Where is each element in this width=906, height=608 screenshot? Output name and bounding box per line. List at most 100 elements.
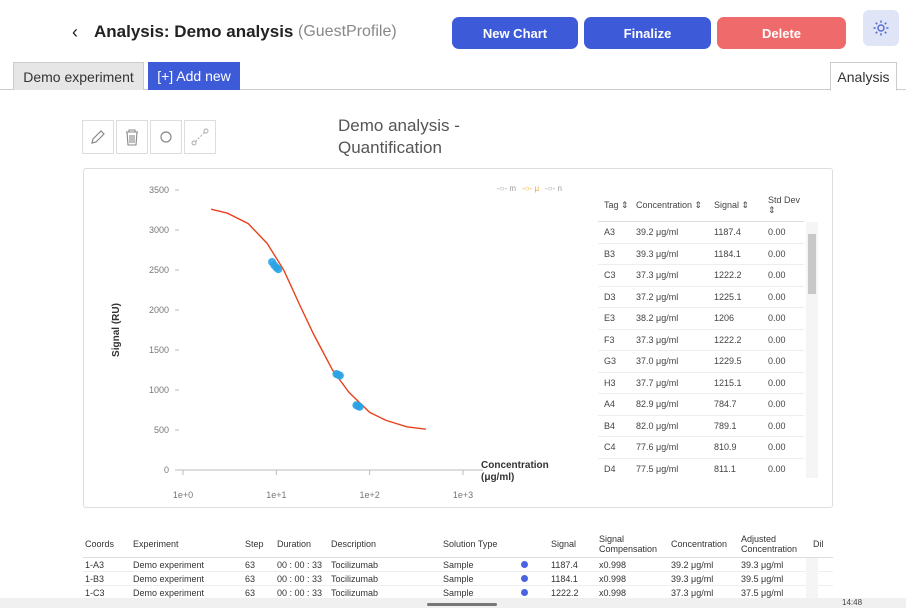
circle-icon[interactable] [150, 120, 182, 154]
x-tick-label: 1e+3 [453, 490, 473, 500]
scroll-thumb[interactable] [808, 234, 816, 294]
legend-item-m[interactable]: -○- m [497, 184, 516, 193]
table-cell: Tocilizumab [331, 573, 379, 584]
results-scrollbar[interactable] [806, 222, 818, 478]
col-signal[interactable]: Signal [551, 539, 599, 549]
tab-bar: Demo experiment [+] Add new Analysis [0, 60, 906, 91]
y-tick-label: 500 [154, 425, 169, 435]
table-cell: G3 [604, 356, 617, 367]
table-cell: Sample [443, 559, 474, 570]
table-cell: x0.998 [599, 587, 627, 598]
table-row[interactable]: 1-B3 Demo experiment 63 00 : 00 : 33 Tociliz… [83, 572, 833, 586]
delete-button[interactable]: Delete [717, 17, 846, 49]
x-tick-label: 1e+1 [266, 490, 286, 500]
table-cell: 82.9 μg/ml [636, 399, 679, 410]
detail-table-body: 1-A3 Demo experiment 63 00 : 00 : 33 Tociliz… [83, 558, 833, 600]
table-row[interactable]: C3 37.3 μg/ml 1222.2 0.00 [598, 265, 804, 287]
table-row[interactable]: G3 37.0 μg/ml 1229.5 0.00 [598, 351, 804, 373]
table-cell: D4 [604, 463, 616, 474]
solution-type-dot [521, 561, 551, 568]
trash-icon[interactable] [116, 120, 148, 154]
table-row[interactable]: A4 82.9 μg/ml 784.7 0.00 [598, 394, 804, 416]
col-concentration[interactable]: Concentration ⇕ [632, 200, 710, 211]
col-adjusted-concentration[interactable]: Adjusted Concentration [741, 534, 813, 554]
detail-table-header: Coords Experiment Step Duration Descript… [83, 530, 833, 558]
table-row[interactable]: D4 77.5 μg/ml 811.1 0.00 [598, 459, 804, 479]
table-cell: Tocilizumab [331, 559, 379, 570]
table-cell: 1-A3 [85, 559, 105, 570]
table-row[interactable]: 1-A3 Demo experiment 63 00 : 00 : 33 Tociliz… [83, 558, 833, 572]
col-concentration[interactable]: Concentration [671, 539, 741, 549]
data-point [335, 371, 344, 380]
table-cell: 1-B3 [85, 573, 105, 584]
col-signal[interactable]: Signal ⇕ [710, 200, 764, 211]
table-cell: 1184.1 [714, 248, 741, 259]
col-dil[interactable]: Dil [813, 539, 833, 549]
table-row[interactable]: F3 37.3 μg/ml 1222.2 0.00 [598, 330, 804, 351]
top-bar: ‹ Analysis: Demo analysis (GuestProfile)… [0, 0, 906, 60]
finalize-button[interactable]: Finalize [584, 17, 711, 49]
chart-toolbar [82, 120, 216, 154]
table-row[interactable]: B3 39.3 μg/ml 1184.1 0.00 [598, 244, 804, 265]
tab-add-new[interactable]: [+] Add new [148, 62, 240, 90]
table-cell: 37.3 μg/ml [636, 270, 679, 281]
table-cell: 00 : 00 : 33 [277, 587, 323, 598]
col-solution-type[interactable]: Solution Type [443, 539, 551, 549]
line-tool-icon[interactable] [184, 120, 216, 154]
col-experiment[interactable]: Experiment [133, 539, 245, 549]
table-row[interactable]: C4 77.6 μg/ml 810.9 0.00 [598, 437, 804, 459]
table-row[interactable]: E3 38.2 μg/ml 1206 0.00 [598, 308, 804, 330]
pencil-icon[interactable] [82, 120, 114, 154]
table-cell: 0.00 [768, 248, 786, 259]
table-cell: 0.00 [768, 356, 786, 367]
table-cell: Sample [443, 573, 474, 584]
y-axis-label: Signal (RU) [111, 303, 122, 357]
col-step[interactable]: Step [245, 539, 277, 549]
tab-analysis[interactable]: Analysis [830, 62, 897, 91]
table-row[interactable]: B4 82.0 μg/ml 789.1 0.00 [598, 416, 804, 437]
col-std-dev[interactable]: Std Dev ⇕ [764, 195, 802, 216]
fit-curve [210, 208, 426, 430]
table-cell: 37.7 μg/ml [636, 377, 679, 388]
x-tick-label: 1e+2 [360, 490, 380, 500]
col-duration[interactable]: Duration [277, 539, 331, 549]
table-cell: 811.1 [714, 463, 736, 474]
col-signal-compensation[interactable]: Signal Compensation [599, 534, 671, 554]
table-cell: x0.998 [599, 573, 627, 584]
col-coords[interactable]: Coords [83, 539, 133, 549]
table-cell: 63 [245, 559, 256, 570]
x-axis-label: Concentration [481, 460, 549, 471]
results-table: Tag ⇕ Concentration ⇕ Signal ⇕ Std Dev ⇕… [598, 190, 804, 478]
tab-demo-experiment[interactable]: Demo experiment [13, 62, 144, 90]
table-cell: C3 [604, 270, 616, 281]
y-tick-label: 1500 [149, 345, 169, 355]
table-cell: 63 [245, 573, 256, 584]
table-row[interactable]: A3 39.2 μg/ml 1187.4 0.00 [598, 222, 804, 244]
col-description[interactable]: Description [331, 539, 443, 549]
table-cell: 37.3 μg/ml [671, 587, 714, 598]
solution-type-dot [521, 575, 551, 582]
legend-item-n[interactable]: -○- n [545, 184, 562, 193]
new-chart-button[interactable]: New Chart [452, 17, 578, 49]
x-axis-label-unit: (μg/ml) [481, 472, 514, 483]
table-cell: Demo experiment [133, 587, 205, 598]
col-tag[interactable]: Tag ⇕ [598, 200, 632, 211]
table-cell: F3 [604, 334, 615, 345]
y-tick-label: 0 [164, 465, 169, 475]
table-row[interactable]: H3 37.7 μg/ml 1215.1 0.00 [598, 373, 804, 394]
table-cell: 0.00 [768, 313, 786, 324]
gear-icon[interactable] [863, 10, 899, 46]
y-tick-label: 3500 [149, 185, 169, 195]
y-tick-label: 1000 [149, 385, 169, 395]
back-icon[interactable]: ‹ [72, 22, 78, 43]
table-cell: 784.7 [714, 399, 737, 410]
table-cell: Demo experiment [133, 573, 205, 584]
chart-legend[interactable]: -○- m -○- μ -○- n [497, 184, 562, 193]
detail-scrollbar[interactable] [806, 558, 818, 602]
legend-item-mu[interactable]: -○- μ [522, 184, 539, 193]
table-cell: 39.5 μg/ml [741, 573, 784, 584]
home-indicator[interactable] [427, 603, 497, 606]
table-cell: 38.2 μg/ml [636, 313, 679, 324]
table-cell: 0.00 [768, 399, 786, 410]
table-row[interactable]: D3 37.2 μg/ml 1225.1 0.00 [598, 287, 804, 308]
